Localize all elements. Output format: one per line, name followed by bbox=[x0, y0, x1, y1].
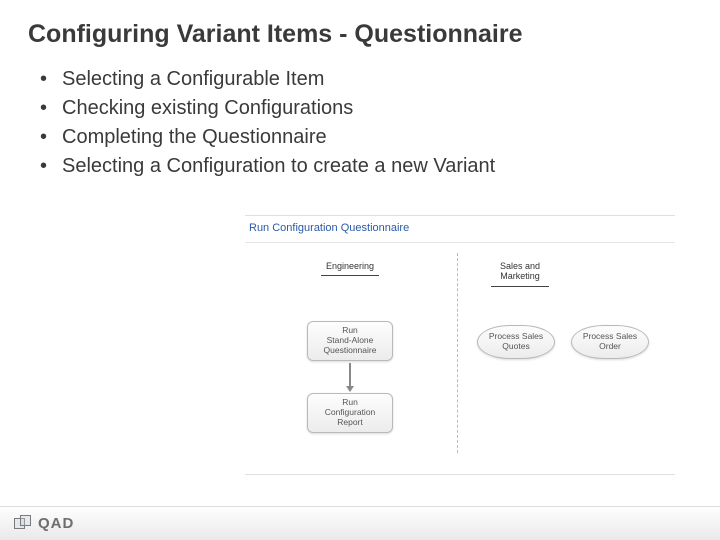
lane-header-sales-marketing: Sales and Marketing bbox=[475, 261, 565, 287]
node-run-standalone-questionnaire: Run Stand-Alone Questionnaire bbox=[307, 321, 393, 361]
underline-icon bbox=[491, 286, 549, 287]
page-title: Configuring Variant Items - Questionnair… bbox=[0, 0, 720, 63]
node-process-sales-order: Process Sales Order bbox=[571, 325, 649, 359]
diagram-heading: Run Configuration Questionnaire bbox=[245, 216, 675, 243]
node-process-sales-quotes: Process Sales Quotes bbox=[477, 325, 555, 359]
lane-label: Sales and Marketing bbox=[500, 261, 540, 281]
list-item: Selecting a Configurable Item bbox=[40, 65, 692, 94]
swimlanes: Engineering Sales and Marketing Run Stan… bbox=[245, 243, 675, 453]
arrow-down-icon bbox=[349, 363, 351, 391]
workflow-diagram: Run Configuration Questionnaire Engineer… bbox=[245, 215, 675, 475]
underline-icon bbox=[321, 275, 379, 276]
node-run-configuration-report: Run Configuration Report bbox=[307, 393, 393, 433]
bullet-list: Selecting a Configurable Item Checking e… bbox=[0, 63, 720, 181]
list-item: Selecting a Configuration to create a ne… bbox=[40, 152, 692, 181]
qad-logo-icon bbox=[14, 515, 32, 533]
list-item: Checking existing Configurations bbox=[40, 94, 692, 123]
brand-text: QAD bbox=[38, 515, 74, 532]
lane-label: Engineering bbox=[326, 261, 374, 271]
lane-header-engineering: Engineering bbox=[305, 261, 395, 276]
list-item: Completing the Questionnaire bbox=[40, 123, 692, 152]
lane-divider-icon bbox=[457, 253, 458, 453]
slide: Configuring Variant Items - Questionnair… bbox=[0, 0, 720, 540]
footer-bar: QAD bbox=[0, 506, 720, 540]
